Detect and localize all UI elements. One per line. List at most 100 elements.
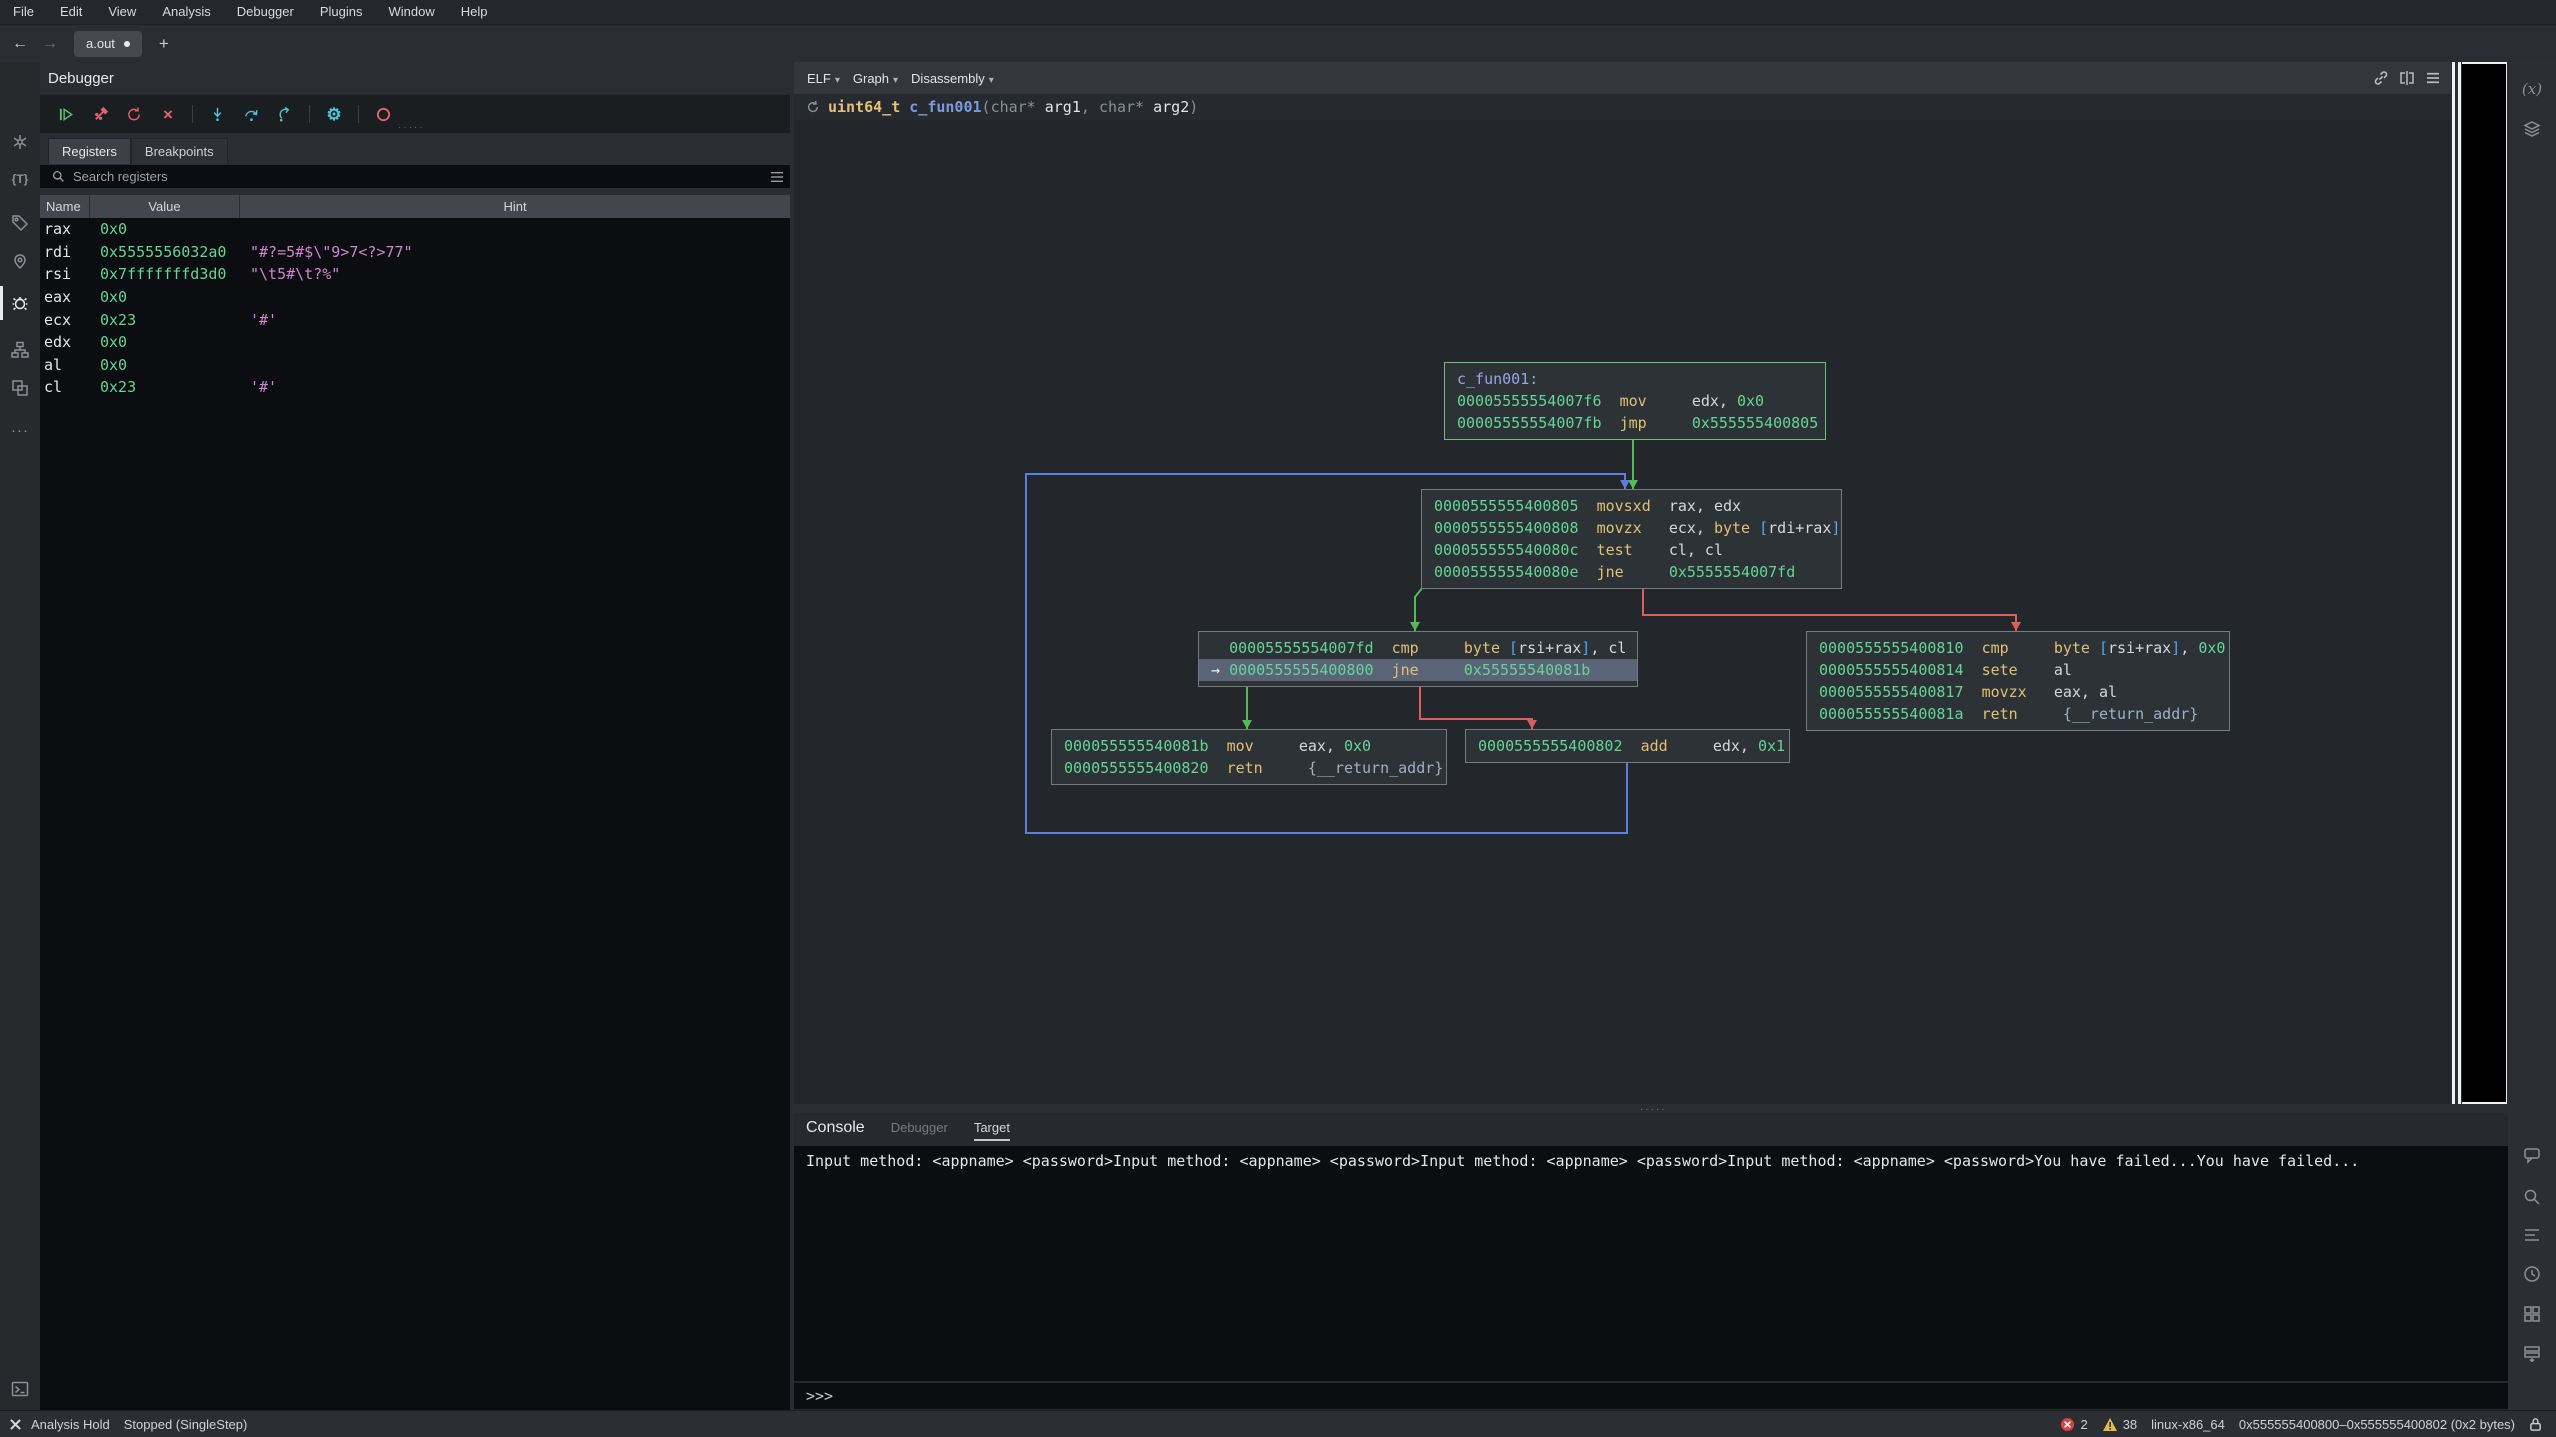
graph-menu-graph[interactable]: Graph▾ [853,71,898,86]
nav-back-icon[interactable]: ← [12,35,28,53]
rail-history-icon[interactable] [2508,1259,2556,1289]
column-header-value[interactable]: Value [90,195,240,218]
menu-item-analysis[interactable]: Analysis [149,0,223,24]
menu-item-edit[interactable]: Edit [47,0,95,24]
sidebar-dashboard-icon[interactable] [0,127,40,157]
register-row[interactable]: rdi0x5555556032a0"#?=5#$\"9>7<?>77" [40,241,790,264]
attach-button[interactable] [90,104,110,124]
tab-registers[interactable]: Registers [48,138,131,164]
disasm-line[interactable]: 00005555554007f6 mov edx, 0x0 [1445,390,1825,412]
status-close-icon[interactable] [10,1419,21,1430]
disasm-line[interactable]: 00005555554007fd cmp byte [rsi+rax], cl [1199,637,1637,659]
register-row[interactable]: rsi0x7fffffffd3d0"\t5#\t?%" [40,263,790,286]
breakpoint-button[interactable] [373,104,393,124]
rail-grid-icon[interactable] [2508,1299,2556,1329]
disasm-line[interactable]: 0000555555400808 movzx ecx, byte [rdi+ra… [1422,517,1841,539]
register-row[interactable]: al0x0 [40,354,790,377]
graph-node-inc-block[interactable]: 0000555555400802 add edx, 0x1 [1465,729,1790,763]
step-out-button[interactable] [275,104,295,124]
console-tab-console[interactable]: Console [806,1119,865,1137]
warning-badge[interactable]: 38 [2102,1417,2137,1432]
rail-strings-icon[interactable] [2508,1220,2556,1250]
menu-item-plugins[interactable]: Plugins [307,0,376,24]
tab-breakpoints[interactable]: Breakpoints [131,138,228,164]
nav-forward-icon[interactable]: → [42,35,58,53]
sidebar-more-icon[interactable]: ··· [0,415,40,445]
refresh-icon[interactable] [806,100,820,114]
register-row[interactable]: eax0x0 [40,286,790,309]
register-row[interactable]: cl0x23'#' [40,376,790,399]
continue-button[interactable] [56,104,76,124]
disasm-line[interactable]: 0000555555400802 add edx, 0x1 [1466,735,1789,757]
sidebar-debug-icon[interactable] [0,288,40,318]
sidebar-flow-icon[interactable] [0,335,40,365]
graph-node-cmp-block[interactable]: 00005555554007fd cmp byte [rsi+rax], cl→… [1198,631,1638,687]
console-output[interactable]: Input method: <appname> <password>Input … [794,1146,2508,1381]
menu-item-window[interactable]: Window [375,0,447,24]
toolbar-drag-handle[interactable]: ····· [398,122,425,133]
disasm-line[interactable]: 000055555540081b mov eax, 0x0 [1052,735,1446,757]
register-row[interactable]: ecx0x23'#' [40,308,790,331]
split-view-icon[interactable] [2399,71,2415,85]
search-menu-icon[interactable] [770,171,784,183]
disasm-line[interactable]: 0000555555400810 cmp byte [rsi+rax], 0x0 [1807,637,2229,659]
disasm-line[interactable]: c_fun001: [1445,368,1825,390]
settings-button[interactable]: ⚙ [324,104,344,124]
restart-button[interactable] [124,104,144,124]
disasm-line[interactable]: 0000555555400805 movsxd rax, edx [1422,495,1841,517]
rail-functions-icon[interactable]: (x) [2508,74,2556,104]
graph-node-ret-zero[interactable]: 000055555540081b mov eax, 0x000005555554… [1051,729,1447,785]
register-row[interactable]: edx0x0 [40,331,790,354]
disasm-line[interactable]: 0000555555400817 movzx eax, al [1807,681,2229,703]
lock-icon[interactable] [2529,1417,2542,1432]
console-prompt-row[interactable]: >>> [794,1381,2508,1409]
console-tab-target[interactable]: Target [974,1120,1010,1141]
disasm-line[interactable]: 0000555555400820 retn {__return_addr} [1052,757,1446,779]
detach-button[interactable]: × [158,104,178,124]
rail-comments-icon[interactable] [2508,1140,2556,1170]
step-into-button[interactable] [207,104,227,124]
column-header-hint[interactable]: Hint [240,195,790,218]
graph-node-loop-head[interactable]: 0000555555400805 movsxd rax, edx00005555… [1421,489,1842,589]
disasm-line[interactable]: 0000555555400814 sete al [1807,659,2229,681]
disasm-line[interactable]: 000055555540080c test cl, cl [1422,539,1841,561]
link-icon[interactable] [2373,70,2389,86]
register-table-header[interactable]: NameValueHint [40,195,790,218]
menu-item-view[interactable]: View [95,0,149,24]
sidebar-windows-icon[interactable] [0,373,40,403]
rail-layers-icon[interactable] [2508,114,2556,144]
column-header-name[interactable]: Name [40,195,90,218]
graph-menu-elf[interactable]: ELF▾ [807,71,840,86]
register-value: 0x7fffffffd3d0 [100,265,250,283]
rail-search-icon[interactable] [2508,1182,2556,1212]
disasm-line[interactable]: 00005555554007fb jmp 0x555555400805 [1445,412,1825,434]
graph-node-entry[interactable]: c_fun001:00005555554007f6 mov edx, 0x000… [1444,362,1826,440]
sidebar-tag-icon[interactable] [0,208,40,238]
sidebar-types-icon[interactable]: {T} [0,164,40,194]
console-panel: Console Debugger Target Input method: <app… [794,1113,2508,1410]
disasm-line[interactable]: 000055555540081a retn {__return_addr} [1807,703,2229,725]
rail-stack-icon[interactable] [2508,1338,2556,1368]
register-search[interactable]: Search registers [40,165,790,188]
current-instruction-line[interactable]: → 0000555555400800 jne 0x55555540081b [1199,659,1637,681]
modified-dot-icon [124,41,130,47]
step-over-button[interactable] [241,104,261,124]
disassembly-graph[interactable]: c_fun001:00005555554007f6 mov edx, 0x000… [794,120,2451,1104]
menu-item-help[interactable]: Help [448,0,501,24]
menu-item-debugger[interactable]: Debugger [224,0,307,24]
menu-item-file[interactable]: File [0,0,47,24]
rail-console-icon[interactable] [2508,1381,2556,1411]
error-badge[interactable]: 2 [2060,1417,2087,1432]
register-row[interactable]: rax0x0 [40,218,790,241]
new-tab-button[interactable]: + [159,34,169,54]
graph-menu-disassembly[interactable]: Disassembly▾ [911,71,994,86]
graph-node-ret-cmp[interactable]: 0000555555400810 cmp byte [rsi+rax], 0x0… [1806,631,2230,731]
sidebar-terminal-icon[interactable] [0,1374,40,1404]
console-tab-debugger[interactable]: Debugger [891,1120,948,1135]
file-tab[interactable]: a.out [74,31,142,57]
arch-label: linux-x86_64 [2151,1417,2225,1432]
left-icon-sidebar: {T} ··· [0,62,40,1410]
disasm-line[interactable]: 000055555540080e jne 0x5555554007fd [1422,561,1841,583]
sidebar-location-icon[interactable] [0,247,40,277]
panel-menu-icon[interactable] [2425,72,2441,84]
